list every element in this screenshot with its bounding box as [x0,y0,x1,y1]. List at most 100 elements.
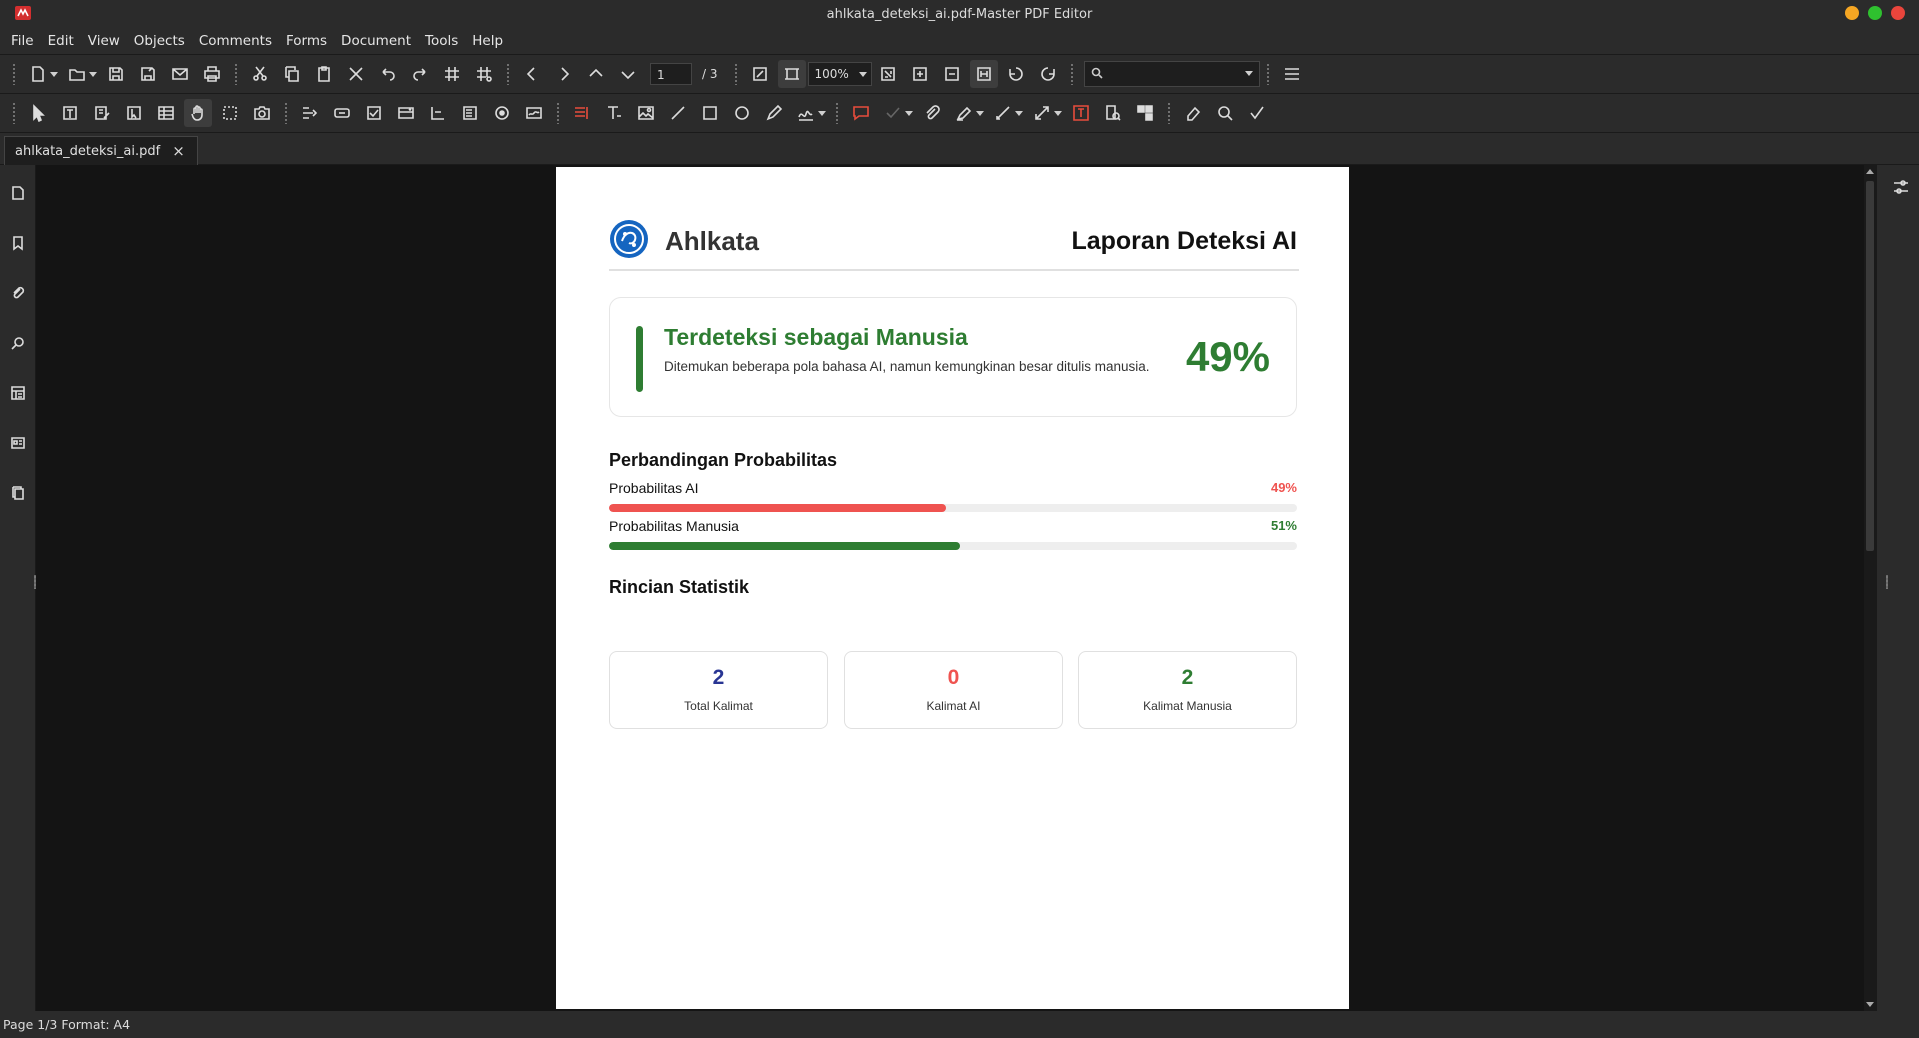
snapshot-button[interactable] [248,99,276,127]
form-tab-order-button[interactable] [296,99,324,127]
paste-button[interactable] [310,60,338,88]
email-button[interactable] [166,60,194,88]
minimize-button[interactable] [1845,6,1859,20]
tab-ahlkata-deteksi-ai[interactable]: ahlkata_deteksi_ai.pdf × [4,136,198,165]
comment-box-button[interactable] [847,99,875,127]
new-document-button[interactable] [24,60,52,88]
toolbar-options-button[interactable] [1278,60,1306,88]
text-field-button[interactable] [424,99,452,127]
marquee-zoom-button[interactable] [216,99,244,127]
page-number-input[interactable]: 1 [650,63,692,85]
list-box-field-button[interactable] [456,99,484,127]
measure-line-button[interactable] [989,99,1017,127]
stamp-check-button[interactable] [879,99,907,127]
scrollbar-thumb[interactable] [1866,181,1874,551]
sidebar-resize-handle[interactable] [1886,575,1888,589]
fit-width-button[interactable] [874,60,902,88]
arrange-button[interactable] [1131,99,1159,127]
properties-panel-button[interactable] [1889,175,1913,199]
sidebar-attachments-button[interactable] [6,281,30,305]
insert-image-button[interactable] [632,99,660,127]
eraser-button[interactable] [1179,99,1207,127]
edit-text-button[interactable] [56,99,84,127]
signature-field-button[interactable] [520,99,548,127]
ellipse-tool-button[interactable] [728,99,756,127]
save-button[interactable] [102,60,130,88]
toolbar-grip[interactable] [506,63,510,85]
maximize-button[interactable] [1868,6,1882,20]
toolbar-grip[interactable] [556,102,560,124]
zoom-out-button[interactable] [938,60,966,88]
next-page-button[interactable] [614,60,642,88]
sidebar-fields-button[interactable] [6,431,30,455]
next-view-button[interactable] [550,60,578,88]
edit-objects-button[interactable] [120,99,148,127]
menu-objects[interactable]: Objects [127,33,192,49]
sign-dropdown-icon[interactable] [818,110,826,116]
zoom-select[interactable]: 100% [807,62,872,86]
edit-forms-button[interactable] [88,99,116,127]
rectangle-tool-button[interactable] [696,99,724,127]
menu-forms[interactable]: Forms [279,33,334,49]
undo-button[interactable] [374,60,402,88]
measure-dropdown-icon[interactable] [1015,110,1023,116]
toolbar-grip[interactable] [234,63,238,85]
sidebar-search-button[interactable] [6,331,30,355]
sidebar-pages-button[interactable] [6,181,30,205]
stamp-dropdown-icon[interactable] [905,110,913,116]
button-field-button[interactable] [328,99,356,127]
scroll-up-icon[interactable] [1866,169,1874,174]
grid-button[interactable] [438,60,466,88]
menu-comments[interactable]: Comments [192,33,279,49]
sidebar-layers-button[interactable] [6,381,30,405]
menu-document[interactable]: Document [334,33,418,49]
actual-size-button[interactable] [777,60,806,88]
add-text-button[interactable] [568,99,596,127]
select-tool-button[interactable] [24,99,52,127]
highlight-button[interactable] [950,99,978,127]
delete-button[interactable] [342,60,370,88]
copy-button[interactable] [278,60,306,88]
rotate-left-button[interactable] [1002,60,1030,88]
sidebar-thumbnails-button[interactable] [6,481,30,505]
toolbar-grip[interactable] [835,102,839,124]
previous-view-button[interactable] [518,60,546,88]
menu-tools[interactable]: Tools [418,33,465,49]
close-icon[interactable]: × [172,142,185,160]
redo-button[interactable] [406,60,434,88]
vertical-scrollbar[interactable] [1864,165,1876,1011]
toolbar-grip[interactable] [12,102,16,124]
open-button[interactable] [63,60,91,88]
attach-file-button[interactable] [918,99,946,127]
save-as-button[interactable] [134,60,162,88]
sidebar-bookmarks-button[interactable] [6,231,30,255]
combo-box-field-button[interactable] [392,99,420,127]
toolbar-grip[interactable] [1265,63,1270,85]
rotate-right-button[interactable] [1034,60,1062,88]
print-button[interactable] [198,60,226,88]
edit-table-button[interactable] [152,99,180,127]
previous-page-button[interactable] [582,60,610,88]
toolbar-grip[interactable] [12,63,16,85]
menu-view[interactable]: View [81,33,127,49]
zoom-in-button[interactable] [906,60,934,88]
text-box-button[interactable] [1067,99,1095,127]
highlight-dropdown-icon[interactable] [976,110,984,116]
line-tool-button[interactable] [664,99,692,127]
menu-help[interactable]: Help [465,33,510,49]
find-button[interactable] [1211,99,1239,127]
menu-file[interactable]: File [4,33,41,49]
arrow-tool-button[interactable] [1028,99,1056,127]
search-input[interactable] [1083,61,1260,87]
open-dropdown-icon[interactable] [89,71,97,77]
radio-field-button[interactable] [488,99,516,127]
fit-page-button[interactable] [746,60,774,88]
toolbar-grip[interactable] [1167,102,1171,124]
cut-button[interactable] [246,60,274,88]
close-window-button[interactable] [1891,6,1905,20]
new-dropdown-icon[interactable] [50,71,58,77]
menu-edit[interactable]: Edit [41,33,81,49]
fit-height-button[interactable] [969,60,998,88]
arrow-dropdown-icon[interactable] [1054,110,1062,116]
search-annotation-button[interactable] [1099,99,1127,127]
